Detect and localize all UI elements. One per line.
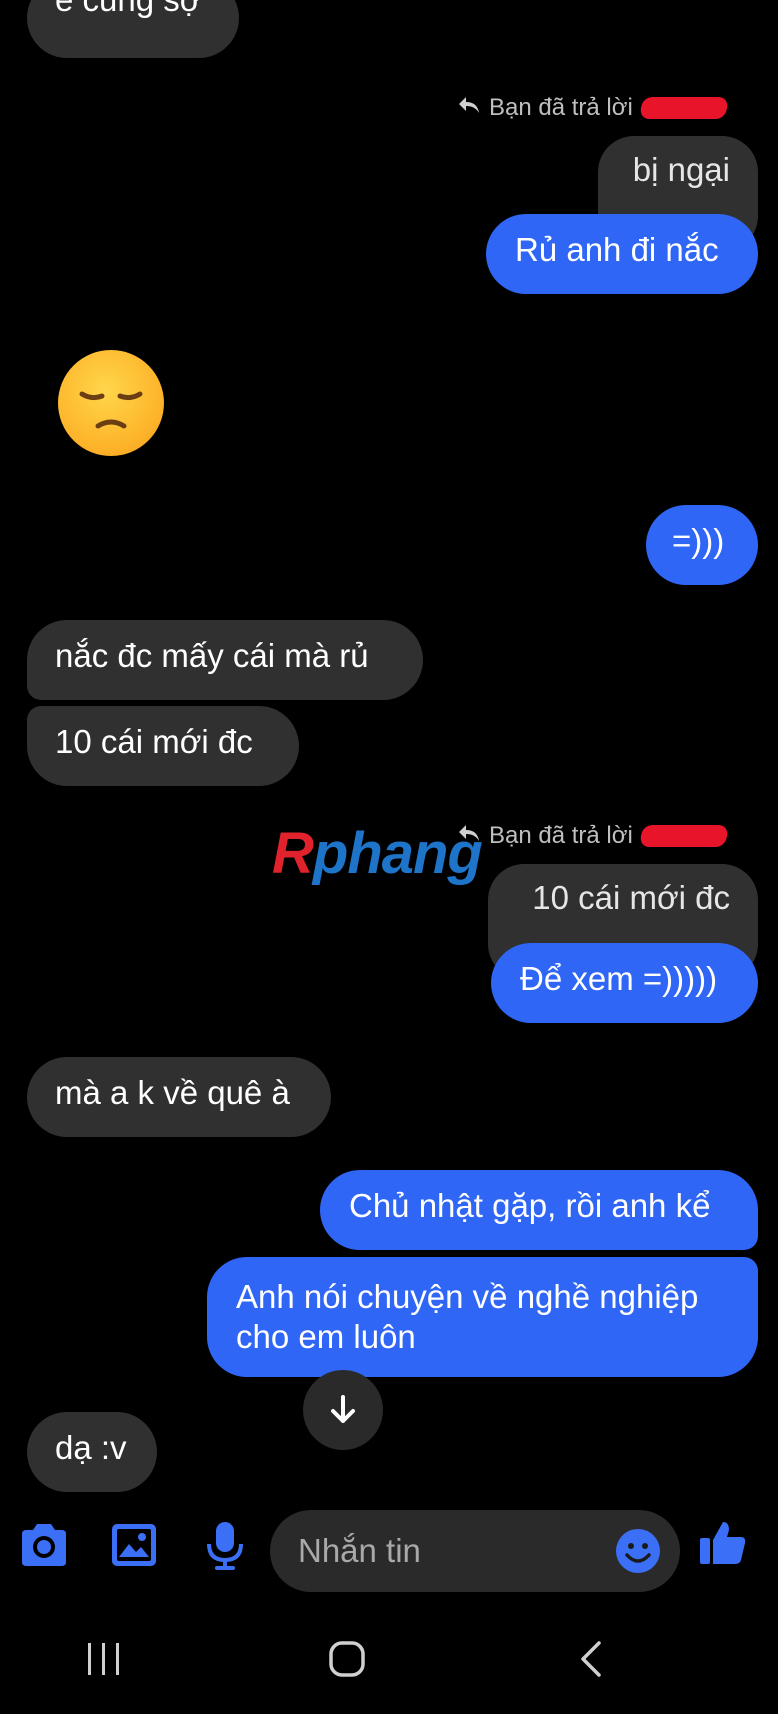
- home-button[interactable]: [328, 1640, 366, 1683]
- back-button[interactable]: [578, 1640, 604, 1683]
- reply-indicator-label: Bạn đã trả lời: [489, 822, 633, 849]
- message-received[interactable]: mà a k về quê à: [27, 1057, 331, 1137]
- gallery-button[interactable]: [110, 1522, 158, 1573]
- message-text: dạ :v: [55, 1429, 127, 1466]
- reply-arrow-icon: [457, 822, 481, 850]
- message-text: mà a k về quê à: [55, 1074, 290, 1111]
- emoji-icon: [616, 1529, 660, 1573]
- message-text: e cũng sợ: [55, 0, 201, 18]
- reply-indicator: Bạn đã trả lời: [457, 94, 729, 122]
- message-received[interactable]: 10 cái mới đc: [27, 706, 299, 786]
- quoted-message-text: bị ngại: [632, 151, 730, 188]
- recent-apps-icon: [88, 1643, 119, 1675]
- camera-button[interactable]: [18, 1522, 70, 1573]
- quoted-message-text: 10 cái mới đc: [532, 879, 730, 916]
- like-button[interactable]: [698, 1518, 748, 1573]
- sad-face-emoji[interactable]: [58, 350, 164, 456]
- message-received-partial[interactable]: e cũng sợ: [27, 0, 239, 58]
- thumbs-up-icon: [700, 1522, 746, 1564]
- message-sent[interactable]: Để xem =))))): [491, 943, 758, 1023]
- redacted-name: [639, 825, 729, 847]
- message-text: Chủ nhật gặp, rồi anh kể: [349, 1187, 711, 1224]
- scroll-to-bottom-button[interactable]: [303, 1370, 383, 1450]
- pensive-face-icon: [79, 391, 143, 429]
- microphone-icon: [207, 1522, 243, 1570]
- message-sent[interactable]: Rủ anh đi nắc: [486, 214, 758, 294]
- message-sent[interactable]: =))): [646, 505, 758, 585]
- message-text: 10 cái mới đc: [55, 723, 253, 760]
- message-text: Để xem =))))): [520, 960, 718, 997]
- message-text: =))): [672, 522, 725, 559]
- message-received[interactable]: dạ :v: [27, 1412, 157, 1492]
- message-text: Rủ anh đi nắc: [515, 231, 719, 268]
- arrow-down-icon: [331, 1395, 355, 1423]
- message-text-line: Anh nói chuyện về nghề nghiệp: [236, 1278, 699, 1315]
- reply-indicator: Bạn đã trả lời: [457, 822, 729, 850]
- back-icon: [581, 1641, 601, 1677]
- reply-indicator-label: Bạn đã trả lời: [489, 94, 633, 121]
- reply-arrow-icon: [457, 94, 481, 122]
- message-input-placeholder: Nhắn tin: [298, 1532, 421, 1569]
- home-icon: [329, 1641, 365, 1677]
- redacted-name: [639, 97, 729, 119]
- message-text: nắc đc mấy cái mà rủ: [55, 637, 369, 674]
- message-text-line: cho em luôn: [236, 1318, 416, 1355]
- recent-apps-button[interactable]: [86, 1642, 122, 1681]
- message-sent[interactable]: Chủ nhật gặp, rồi anh kể: [320, 1170, 758, 1250]
- camera-icon: [22, 1524, 66, 1566]
- message-sent[interactable]: Anh nói chuyện về nghề nghiệp cho em luô…: [207, 1257, 758, 1377]
- watermark-logo: Rphang: [272, 821, 483, 886]
- message-input[interactable]: Nhắn tin: [270, 1510, 680, 1592]
- gallery-icon: [112, 1524, 156, 1566]
- microphone-button[interactable]: [204, 1520, 246, 1577]
- emoji-button[interactable]: [614, 1527, 662, 1583]
- message-received[interactable]: nắc đc mấy cái mà rủ: [27, 620, 423, 700]
